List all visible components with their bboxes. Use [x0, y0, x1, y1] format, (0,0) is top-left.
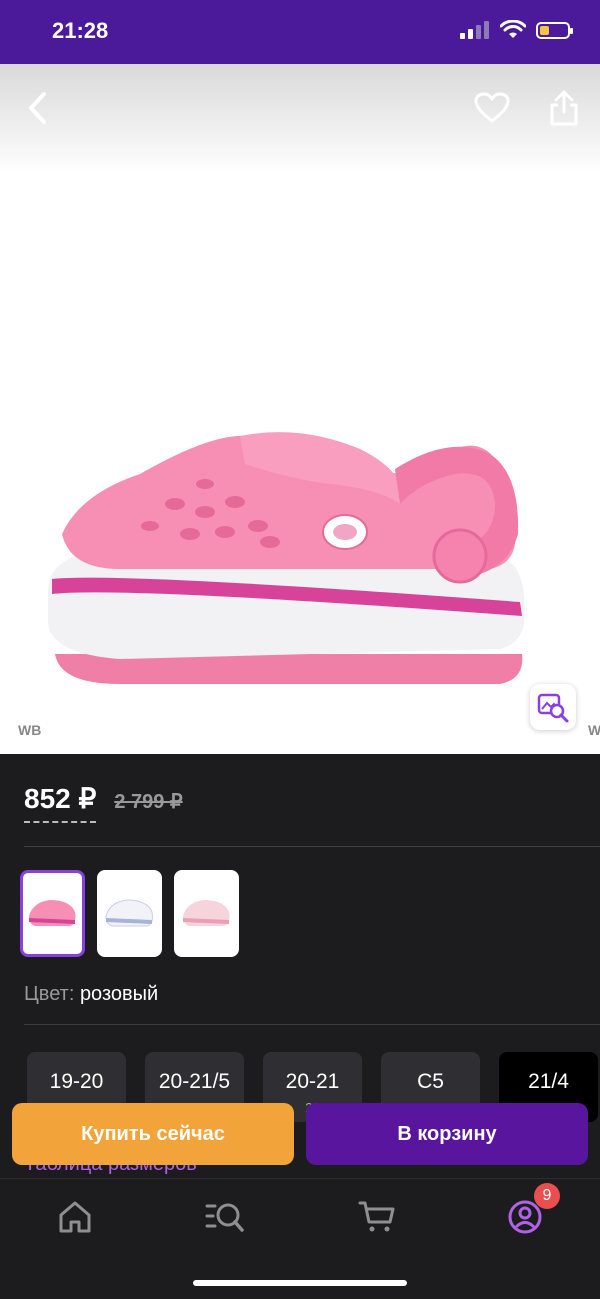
catalog-search-icon	[205, 1203, 244, 1232]
battery-level	[540, 25, 549, 35]
status-bar: 21:28	[0, 0, 600, 64]
notification-badge: 9	[534, 1183, 560, 1209]
status-icons	[460, 20, 573, 40]
variant-image	[105, 898, 153, 926]
divider	[24, 1024, 600, 1025]
color-value: розовый	[79, 983, 159, 1005]
price-old: 2 799 ₽	[114, 791, 183, 813]
size-label: 19-20	[49, 1070, 104, 1093]
tab-cart[interactable]	[352, 1195, 402, 1239]
size-label: C5	[417, 1070, 444, 1093]
chevron-left-icon	[29, 92, 46, 124]
image-search-icon	[537, 693, 569, 723]
share-icon	[550, 90, 578, 126]
favorite-button[interactable]	[470, 88, 514, 128]
buy-now-button[interactable]: Купить сейчас	[12, 1103, 294, 1165]
variant-image	[29, 899, 76, 926]
size-label: 21/4	[528, 1070, 569, 1093]
variant-image	[183, 899, 230, 926]
tab-catalog[interactable]	[200, 1195, 250, 1239]
home-indicator	[193, 1280, 407, 1286]
home-icon	[59, 1201, 91, 1233]
add-to-cart-button[interactable]: В корзину	[306, 1103, 588, 1165]
watermark-next: W	[588, 722, 600, 738]
size-label: 20-21	[285, 1070, 340, 1093]
heart-icon	[474, 92, 510, 123]
visual-search-button[interactable]	[530, 684, 576, 730]
cart-icon	[358, 1201, 395, 1232]
product-image	[48, 432, 525, 684]
variant-thumb-white[interactable]	[97, 870, 162, 957]
signal-icon	[460, 21, 489, 39]
tab-home[interactable]	[50, 1195, 100, 1239]
status-time: 21:28	[52, 18, 109, 43]
watermark: WB	[18, 722, 42, 738]
color-variants	[20, 870, 239, 957]
back-button[interactable]	[18, 88, 58, 128]
wifi-icon	[500, 20, 526, 38]
color-info: Цвет: розовый	[24, 983, 158, 1006]
battery-icon	[536, 21, 573, 39]
size-label: 20-21/5	[158, 1070, 231, 1093]
product-gallery[interactable]: WB W	[0, 64, 600, 754]
price-current[interactable]: 852 ₽	[24, 782, 97, 823]
share-button[interactable]	[542, 86, 586, 130]
color-label: Цвет:	[24, 983, 75, 1005]
variant-thumb-pink[interactable]	[20, 870, 85, 957]
divider	[24, 846, 600, 847]
price-row: 852 ₽ 2 799 ₽	[24, 782, 183, 823]
variant-thumb-light-pink[interactable]	[174, 870, 239, 957]
